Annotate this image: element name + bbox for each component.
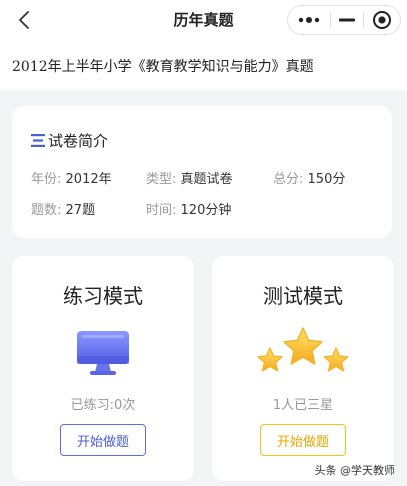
info-count: 题数: 27题: [31, 199, 95, 218]
intro-heading: 试卷简介: [31, 130, 108, 151]
more-dots-icon: [298, 17, 320, 23]
target-circle-icon: [373, 11, 391, 29]
exam-intro-card: 试卷简介 年份: 2012年 类型: 真题试卷 总分: 150分 题数: 27题…: [12, 106, 392, 238]
info-time-value: 120分钟: [180, 203, 232, 218]
watermark-text: 头条 @学天教师: [314, 464, 396, 477]
exam-title: 2012年上半年小学《教育教学知识与能力》真题: [12, 59, 314, 75]
info-count-value: 27题: [65, 203, 96, 218]
more-button[interactable]: [288, 6, 330, 34]
info-type: 类型: 真题试卷: [146, 168, 233, 187]
info-type-value: 真题试卷: [180, 172, 233, 187]
watermark: 头条 @学天教师: [315, 462, 396, 478]
info-score-value: 150分: [307, 172, 346, 187]
info-score-label: 总分:: [273, 172, 304, 187]
three-stars-icon: [257, 327, 349, 372]
info-time: 时间: 120分钟: [146, 199, 231, 218]
minus-icon: [339, 18, 355, 22]
practice-start-button[interactable]: 开始做题: [60, 424, 146, 456]
practice-mode-title: 练习模式: [63, 284, 143, 308]
close-button[interactable]: [364, 6, 400, 34]
practice-count-status: 已练习:0次: [70, 398, 136, 413]
info-year-label: 年份:: [31, 172, 62, 187]
test-stars-status: 1人已三星: [272, 398, 334, 413]
test-start-button[interactable]: 开始做题: [260, 424, 346, 456]
info-year-value: 2012年: [65, 172, 112, 187]
test-mode-title: 测试模式: [263, 284, 343, 308]
info-type-label: 类型:: [146, 172, 177, 187]
top-nav-bar: 历年真题: [0, 0, 407, 40]
monitor-icon: [77, 331, 129, 375]
practice-mode-card[interactable]: 练习模式 已练习:0次 开始做题: [12, 256, 194, 481]
info-time-label: 时间:: [146, 203, 177, 218]
subject-bar: 2012年上半年小学《教育教学知识与能力》真题: [0, 40, 407, 90]
info-score: 总分: 150分: [273, 168, 345, 187]
minimize-button[interactable]: [331, 6, 363, 34]
list-lines-icon: [31, 134, 45, 147]
info-year: 年份: 2012年: [31, 168, 112, 187]
info-count-label: 题数:: [31, 203, 62, 218]
test-mode-card[interactable]: 测试模式 1人已三星 开始做题: [212, 256, 394, 481]
mini-program-capsule: [287, 5, 401, 35]
intro-title: 试卷简介: [48, 132, 109, 150]
